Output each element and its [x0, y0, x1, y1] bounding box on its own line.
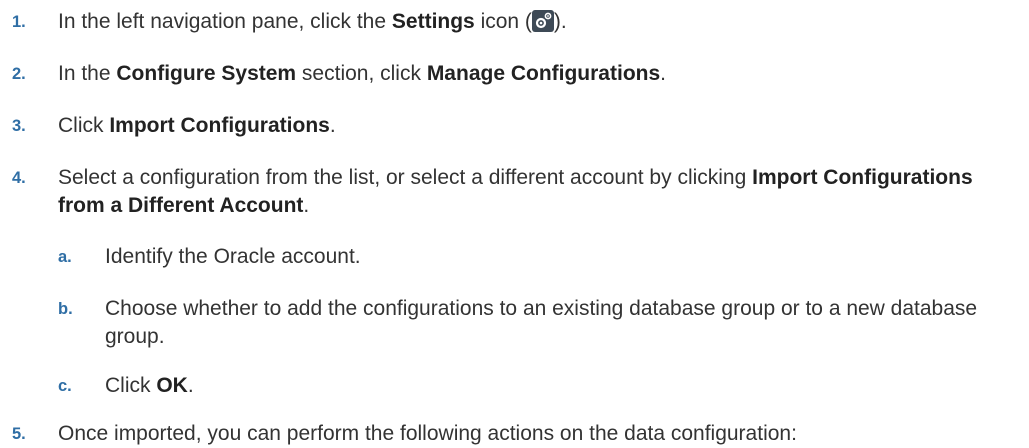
substep-letter: b. [58, 300, 73, 318]
step-number: 3. [12, 117, 26, 135]
ui-term-ok: OK [156, 374, 188, 397]
step-text: Select a configuration from the list, or… [58, 166, 973, 217]
step-number: 4. [12, 169, 26, 187]
step-text: Click Import Configurations. [58, 114, 336, 137]
step-number: 2. [12, 65, 26, 83]
ui-term-manage-configurations: Manage Configurations [426, 62, 661, 85]
substep-letter: c. [58, 377, 72, 395]
step-number: 5. [12, 425, 26, 443]
step-number: 1. [12, 13, 26, 31]
substep-text: Identify the Oracle account. [105, 245, 361, 268]
substep-text: Choose whether to add the configurations… [105, 297, 978, 348]
instruction-steps: 1. In the left navigation pane, click th… [0, 0, 1029, 445]
step-text: Once imported, you can perform the follo… [58, 422, 797, 445]
ui-term-configure-system: Configure System [116, 62, 297, 85]
ui-term-import-configurations: Import Configurations [109, 114, 330, 137]
substep-letter: a. [58, 248, 72, 266]
step-text: In the Configure System section, click M… [58, 62, 666, 85]
ui-term-settings: Settings [391, 10, 475, 33]
step-text: In the left navigation pane, click the S… [58, 10, 567, 33]
settings-gear-icon [531, 10, 554, 32]
substep-text: Click OK. [105, 374, 194, 397]
